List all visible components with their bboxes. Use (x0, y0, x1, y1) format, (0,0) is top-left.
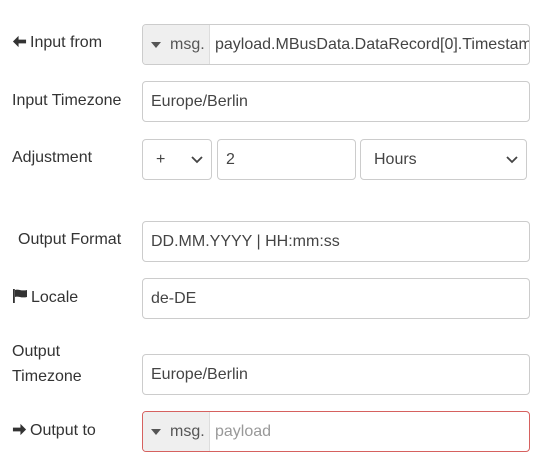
output-timezone-field[interactable]: Europe/Berlin (142, 354, 530, 395)
output-to-label: Output to (12, 421, 96, 443)
output-to-placeholder[interactable]: payload (215, 423, 271, 441)
locale-field[interactable]: de-DE (142, 278, 530, 319)
locale-value: de-DE (151, 289, 197, 307)
output-to-type-label: msg. (170, 422, 205, 440)
output-format-value: DD.MM.YYYY | HH:mm:ss (151, 232, 340, 250)
input-from-typed-input[interactable]: msg. payload.MBusData.DataRecord[0].Time… (142, 24, 530, 65)
input-from-type-selector[interactable]: msg. (143, 25, 210, 64)
output-timezone-value: Europe/Berlin (151, 365, 248, 383)
adjustment-amount-field[interactable]: 2 (217, 139, 356, 180)
output-to-typed-input[interactable]: msg. payload (142, 411, 530, 452)
input-from-type-label: msg. (170, 35, 205, 53)
adjustment-sign-value: + (156, 150, 166, 168)
flag-icon (12, 288, 28, 310)
arrow-left-icon (12, 34, 27, 55)
adjustment-sign-select[interactable]: + (142, 139, 212, 180)
caret-down-icon (151, 41, 161, 48)
arrow-right-icon (12, 422, 27, 443)
chevron-down-icon (506, 151, 518, 169)
output-format-field[interactable]: DD.MM.YYYY | HH:mm:ss (142, 221, 530, 262)
output-timezone-label-line1: Output (12, 343, 61, 360)
output-timezone-label: Output Timezone (12, 339, 82, 389)
input-from-label-text: Input from (30, 34, 103, 51)
chevron-down-icon (191, 151, 203, 169)
caret-down-icon (151, 428, 161, 435)
input-timezone-field[interactable]: Europe/Berlin (142, 81, 530, 122)
input-timezone-label: Input Timezone (12, 92, 122, 109)
output-to-type-selector[interactable]: msg. (143, 412, 210, 451)
input-timezone-value: Europe/Berlin (151, 92, 248, 110)
output-to-label-text: Output to (30, 422, 96, 439)
output-format-label: Output Format (18, 231, 122, 248)
input-from-label: Input from (12, 33, 102, 55)
adjustment-label: Adjustment (12, 149, 93, 166)
input-from-value[interactable]: payload.MBusData.DataRecord[0].Timestamp (215, 36, 529, 54)
locale-label-text: Locale (31, 289, 79, 306)
locale-label: Locale (12, 288, 78, 310)
adjustment-amount-value: 2 (226, 150, 235, 168)
output-timezone-label-line2: Timezone (12, 368, 82, 385)
adjustment-unit-select[interactable]: Hours (360, 139, 527, 180)
adjustment-unit-value: Hours (374, 150, 417, 168)
